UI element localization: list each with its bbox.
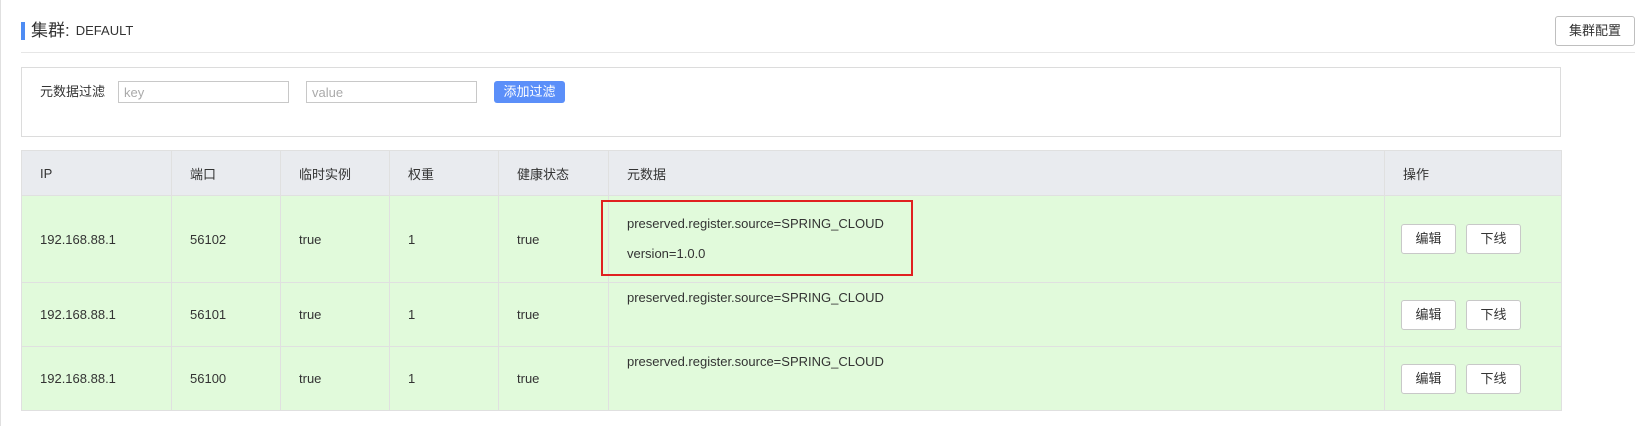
offline-button[interactable]: 下线 [1466, 224, 1521, 254]
highlight-box [601, 200, 913, 276]
cell-healthy: true [498, 346, 609, 411]
column-header-metadata: 元数据 [608, 150, 1385, 196]
metadata-entry: preserved.register.source=SPRING_CLOUD [627, 354, 884, 369]
cell-weight: 1 [389, 282, 499, 347]
cell-metadata: preserved.register.source=SPRING_CLOUD v… [601, 195, 1385, 283]
cluster-title-label: 集群: [31, 21, 70, 40]
cell-port: 56100 [171, 346, 281, 411]
instances-table: IP 端口 临时实例 权重 健康状态 元数据 操作 192.168.88.1 5… [21, 150, 1562, 411]
table-row: 192.168.88.1 56102 true 1 true preserved… [21, 195, 1562, 283]
offline-button[interactable]: 下线 [1466, 299, 1521, 330]
cell-metadata: preserved.register.source=SPRING_CLOUD [608, 346, 1385, 411]
cell-ephemeral: true [280, 346, 390, 411]
cell-ephemeral: true [280, 282, 390, 347]
column-header-ip: IP [21, 150, 172, 196]
cluster-config-button[interactable]: 集群配置 [1555, 16, 1635, 46]
cell-actions: 编辑 下线 [1384, 346, 1562, 411]
cell-metadata: preserved.register.source=SPRING_CLOUD [608, 282, 1385, 347]
table-row: 192.168.88.1 56101 true 1 true preserved… [21, 282, 1562, 347]
cell-port: 56101 [171, 282, 281, 347]
filter-key-input[interactable] [118, 81, 289, 103]
metadata-filter-panel: 元数据过滤 添加过滤 [21, 67, 1561, 137]
cell-ip: 192.168.88.1 [21, 282, 172, 347]
table-header-row: IP 端口 临时实例 权重 健康状态 元数据 操作 [21, 150, 1562, 196]
cell-ip: 192.168.88.1 [21, 195, 172, 283]
instances-page: 集群: DEFAULT 集群配置 元数据过滤 添加过滤 IP 端口 临时实例 权重… [0, 0, 1645, 426]
column-header-port: 端口 [171, 150, 281, 196]
table-row: 192.168.88.1 56100 true 1 true preserved… [21, 346, 1562, 411]
cluster-name: DEFAULT [75, 23, 134, 38]
cell-healthy: true [498, 282, 609, 347]
metadata-filter-label: 元数据过滤 [40, 84, 106, 99]
edit-button[interactable]: 编辑 [1401, 363, 1456, 394]
page-border [0, 0, 1, 426]
edit-button[interactable]: 编辑 [1401, 224, 1456, 254]
add-filter-button[interactable]: 添加过滤 [494, 81, 565, 103]
cell-weight: 1 [389, 346, 499, 411]
column-header-ephemeral: 临时实例 [280, 150, 390, 196]
cell-actions: 编辑 下线 [1384, 195, 1562, 283]
metadata-entry: preserved.register.source=SPRING_CLOUD [627, 290, 884, 305]
cell-ip: 192.168.88.1 [21, 346, 172, 411]
offline-button[interactable]: 下线 [1466, 363, 1521, 394]
cell-ephemeral: true [280, 195, 390, 283]
edit-button[interactable]: 编辑 [1401, 299, 1456, 330]
title-accent-bar [21, 22, 25, 40]
cell-port: 56102 [171, 195, 281, 283]
column-header-actions: 操作 [1384, 150, 1562, 196]
cell-healthy: true [498, 195, 609, 283]
filter-value-input[interactable] [306, 81, 477, 103]
cell-weight: 1 [389, 195, 499, 283]
cluster-title: 集群: DEFAULT [31, 20, 133, 42]
cluster-header: 集群: DEFAULT 集群配置 [21, 16, 1635, 53]
column-header-weight: 权重 [389, 150, 499, 196]
instances-table-wrap: IP 端口 临时实例 权重 健康状态 元数据 操作 192.168.88.1 5… [21, 150, 1562, 411]
column-header-health: 健康状态 [498, 150, 609, 196]
cell-actions: 编辑 下线 [1384, 282, 1562, 347]
